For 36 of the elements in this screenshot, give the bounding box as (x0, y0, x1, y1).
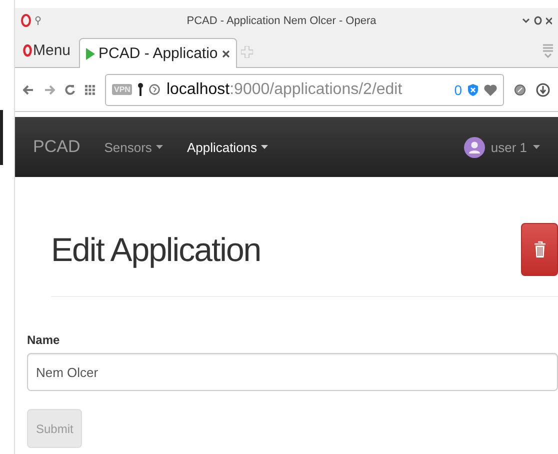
field-label: Name (27, 333, 61, 347)
avatar-icon (464, 136, 485, 158)
page-title: Edit Application (51, 230, 261, 268)
name-field[interactable]: Nem Olcer (27, 353, 558, 391)
shield-icon[interactable] (468, 84, 478, 96)
opera-logo-icon[interactable] (21, 14, 31, 27)
url-text: localhost:9000/applications/2/edit (166, 80, 404, 98)
minimize-icon[interactable] (522, 18, 530, 24)
download-icon[interactable] (536, 82, 550, 96)
delete-button[interactable] (521, 223, 558, 276)
forward-icon[interactable] (44, 84, 55, 94)
browser-tab[interactable]: PCAD - Applicatio (78, 38, 237, 68)
window-title: PCAD - Application Nem Olcer - Opera (186, 14, 378, 26)
nav-item[interactable]: Applications (186, 140, 268, 154)
trash-icon (534, 241, 546, 258)
opera-logo-icon (23, 44, 32, 57)
key-icon[interactable] (138, 83, 144, 96)
reload-icon[interactable] (65, 84, 75, 95)
address-bar[interactable]: VPN localhost:9000/applications/2/edit 0 (105, 74, 504, 106)
menu-button[interactable]: Menu (19, 42, 75, 67)
blocked-count: 0 (454, 82, 462, 98)
close-icon[interactable] (222, 50, 230, 58)
back-icon[interactable] (23, 84, 34, 94)
caret-icon (156, 145, 163, 149)
heart-icon[interactable] (484, 84, 497, 96)
caret-icon (533, 145, 540, 149)
pin-icon[interactable] (35, 16, 41, 25)
caret-icon (261, 145, 268, 149)
user-menu[interactable]: user 1 (464, 136, 540, 158)
grid-icon[interactable] (85, 84, 95, 94)
window-edge (0, 110, 3, 165)
maximize-icon[interactable] (534, 16, 542, 25)
close-icon[interactable] (546, 16, 552, 24)
nav-item[interactable]: Sensors (104, 140, 163, 154)
play-icon (86, 48, 95, 60)
brand-link[interactable]: PCAD (33, 137, 80, 157)
